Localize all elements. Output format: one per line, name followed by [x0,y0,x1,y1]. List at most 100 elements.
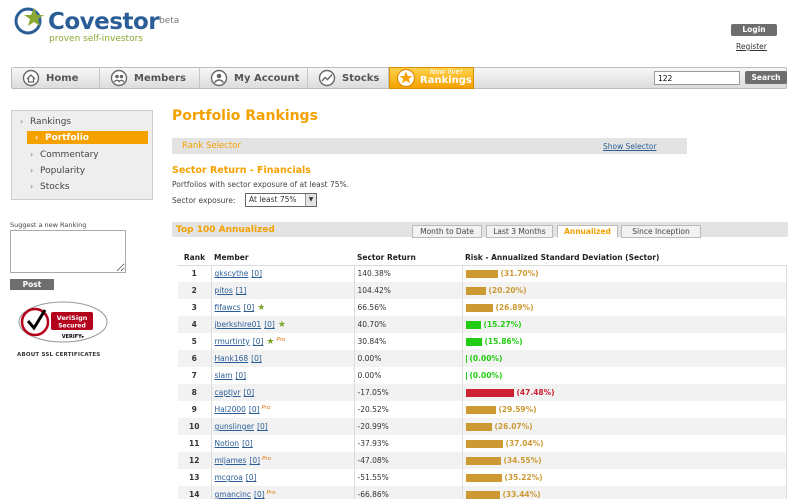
register-link[interactable]: Register [736,42,767,51]
member-link[interactable]: slam [215,371,233,380]
nav-home[interactable]: Home [12,68,100,88]
member-count-link[interactable]: [0] [249,456,260,465]
login-button[interactable]: Login [731,24,777,36]
sector-exposure-label: Sector exposure: [172,196,236,205]
member-count-link[interactable]: [1] [236,286,247,295]
member-cell: gmancinc [0] Pro [211,486,355,499]
nav-rankings[interactable]: Now live! Rankings [389,67,474,89]
sidebar-menu: › Rankings › Portfolio › Commentary › Po… [11,110,153,200]
member-cell: gunslinger [0] [211,418,355,435]
logo-star-icon [14,7,44,35]
sidebar-item-rankings[interactable]: › Rankings [20,115,71,128]
chevron-right-icon: › [35,133,39,142]
risk-cell: (29.59%) [462,401,787,418]
member-count-link[interactable]: [0] [253,337,264,346]
member-link[interactable]: mljames [215,456,247,465]
member-count-link[interactable]: [0] [251,269,262,278]
tab-last-3-months[interactable]: Last 3 Months [486,225,553,238]
nav-members[interactable]: Members [100,68,200,88]
nav-my-account[interactable]: My Account [200,68,308,88]
member-link[interactable]: pitos [215,286,233,295]
member-count-link[interactable]: [0] [257,422,268,431]
sector-description: Portfolios with sector exposure of at le… [172,180,350,189]
sidebar-item-commentary[interactable]: › Commentary [30,148,99,161]
member-count-link[interactable]: [0] [249,405,260,414]
sidebar-item-popularity[interactable]: › Popularity [30,164,85,177]
ssl-certificates-link[interactable]: ABOUT SSL CERTIFICATES [17,352,100,358]
rankings-table: Rank Member Sector Return Risk - Annuali… [178,250,787,499]
sector-exposure-select[interactable]: At least 75% ▼ [245,193,317,207]
nav-rankings-label: Rankings [420,74,472,86]
nav-home-label: Home [46,72,79,84]
tab-annualized[interactable]: Annualized [557,225,618,238]
member-count-link[interactable]: [0] [244,388,255,397]
table-row: 1 gkscythe [0] 140.38% (31.70%) [178,265,787,282]
star-icon: ★ [266,336,275,347]
member-link[interactable]: fifawcs [215,303,241,312]
table-row: 8 captjvr [0] -17.05% (47.48%) [178,384,787,401]
sector-return-cell: -66.86% [354,486,463,499]
chevron-right-icon: › [20,117,24,126]
star-icon: ★ [257,302,266,313]
suggest-ranking-input[interactable] [10,230,126,273]
risk-value: (20.20%) [488,286,527,295]
rank-cell: 4 [178,316,212,333]
search-button[interactable]: Search [745,71,787,84]
post-button[interactable]: Post [10,279,54,290]
table-row: 14 gmancinc [0] Pro -66.86% (33.44%) [178,486,787,499]
member-count-link[interactable]: [0] [242,439,253,448]
sector-return-cell: -20.99% [354,418,463,435]
member-link[interactable]: gkscythe [215,269,249,278]
sector-return-cell: 66.56% [354,299,463,316]
member-link[interactable]: gunslinger [215,422,255,431]
member-count-link[interactable]: [0] [264,320,275,329]
member-cell: Notion [0] [211,435,355,452]
sector-return-cell: -47.08% [354,452,463,469]
tab-month-to-date[interactable]: Month to Date [412,225,482,238]
table-row: 10 gunslinger [0] -20.99% (26.07%) [178,418,787,435]
member-link[interactable]: rmurtinty [215,337,250,346]
rank-cell: 3 [178,299,212,316]
member-count-link[interactable]: [0] [235,371,246,380]
home-icon [22,69,40,87]
column-header-risk[interactable]: Risk - Annualized Standard Deviation (Se… [462,250,787,266]
risk-value: (0.00%) [469,371,503,380]
sidebar-item-portfolio[interactable]: › Portfolio [27,131,148,144]
show-selector-link[interactable]: Show Selector [603,142,656,151]
member-link[interactable]: Notion [215,439,240,448]
member-link[interactable]: mcgroa [215,473,243,482]
tab-since-inception[interactable]: Since Inception [621,225,701,238]
column-header-rank[interactable]: Rank [178,250,211,266]
search-input[interactable] [654,71,740,85]
sidebar-item-stocks[interactable]: › Stocks [30,180,70,193]
members-icon [110,69,128,87]
risk-cell: (20.20%) [462,282,787,299]
member-link[interactable]: jberkshire01 [215,320,262,329]
member-count-link[interactable]: [0] [251,354,262,363]
risk-cell: (26.07%) [462,418,787,435]
member-link[interactable]: Hal2000 [215,405,246,414]
column-header-member[interactable]: Member [211,250,354,266]
risk-bar [465,422,492,431]
pro-icon: Pro [262,456,271,462]
risk-value: (0.00%) [469,354,503,363]
risk-value: (15.86%) [484,337,523,346]
table-row: 6 Hank168 [0] 0.00% (0.00%) [178,350,787,367]
column-header-sector-return[interactable]: Sector Return [354,250,462,266]
risk-cell: (47.48%) [462,384,787,401]
member-link[interactable]: gmancinc [215,490,252,499]
rank-cell: 13 [178,469,212,486]
member-link[interactable]: captjvr [215,388,241,397]
member-count-link[interactable]: [0] [244,303,255,312]
chevron-right-icon: › [30,166,34,175]
member-count-link[interactable]: [0] [246,473,257,482]
covestor-logo[interactable]: Covestor beta proven self-investors [12,6,212,46]
member-cell: gkscythe [0] [211,265,355,282]
nav-stocks[interactable]: Stocks [308,68,389,88]
verisign-seal-icon[interactable]: VeriSign Secured VERIFY▸ [18,300,108,344]
member-count-link[interactable]: [0] [254,490,265,499]
risk-value: (26.07%) [494,422,533,431]
risk-bar [465,456,501,465]
member-link[interactable]: Hank168 [215,354,249,363]
verisign-verify: VERIFY▸ [62,334,85,340]
